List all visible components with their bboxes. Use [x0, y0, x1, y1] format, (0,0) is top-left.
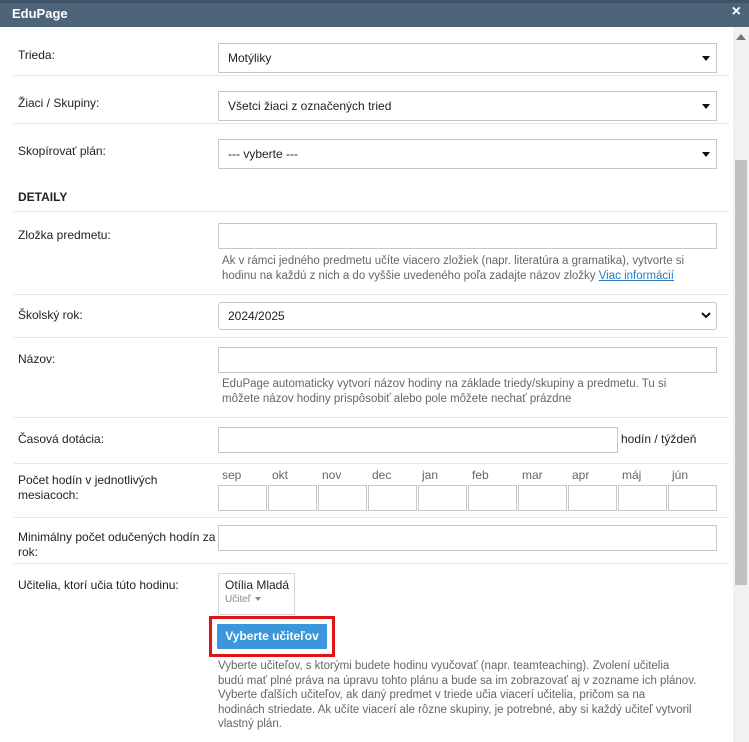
- ucitelia-hint-line: Vyberte ďalších učiteľov, ak daný predme…: [218, 689, 646, 701]
- window-title: EduPage: [12, 6, 68, 21]
- months-grid: sep okt nov dec jan feb mar apr máj jún: [218, 468, 718, 514]
- month-label: okt: [272, 468, 289, 482]
- zlozka-hint-line2: hodinu na každú z nich a do vyššie uvede…: [222, 269, 596, 282]
- teacher-role-text: Učiteľ: [225, 594, 251, 605]
- month-label: feb: [472, 468, 489, 482]
- dropdown-caret-icon: [702, 104, 710, 109]
- teacher-card[interactable]: Otília Mladá Učiteľ: [218, 573, 295, 615]
- ziaci-value: Všetci žiaci z označených tried: [228, 99, 392, 113]
- chevron-down-icon: [701, 310, 711, 322]
- month-input-apr[interactable]: [568, 485, 617, 511]
- ucitelia-hint-line: Vyberte učiteľov, s ktorými budete hodin…: [218, 660, 670, 672]
- row-pocet-hodin: Počet hodín v jednotlivých mesiacoch: se…: [14, 463, 729, 518]
- pocet-hodin-label-line2: mesiacoch:: [18, 488, 79, 502]
- row-nazov: Názov: EduPage automaticky vytvorí názov…: [14, 337, 729, 418]
- trieda-value: Motýliky: [228, 51, 272, 65]
- row-trieda: Trieda: Motýliky: [14, 27, 729, 76]
- month-label: apr: [572, 468, 590, 482]
- ucitelia-hint-line: vlastný plán.: [218, 718, 282, 730]
- kopirovat-select[interactable]: --- vyberte ---: [218, 139, 717, 169]
- month-label: mar: [522, 468, 543, 482]
- month-label: nov: [322, 468, 342, 482]
- month-label: sep: [222, 468, 242, 482]
- nazov-label: Názov:: [18, 352, 56, 366]
- dropdown-caret-icon: [702, 152, 710, 157]
- ucitelia-label: Učitelia, ktorí učia túto hodinu:: [18, 578, 179, 592]
- skolsky-rok-label: Školský rok:: [18, 308, 83, 322]
- teacher-role[interactable]: Učiteľ: [225, 594, 294, 605]
- scroll-up-arrow-icon[interactable]: [736, 34, 746, 40]
- dialog-content: Trieda: Motýliky Žiaci / Skupiny: Všetci…: [0, 27, 733, 742]
- select-teachers-button[interactable]: Vyberte učiteľov: [217, 624, 327, 649]
- row-dotacia: Časová dotácia: hodín / týždeň: [14, 417, 729, 464]
- min-pocet-label-line2: rok:: [18, 545, 39, 559]
- month-input-okt[interactable]: [268, 485, 317, 511]
- role-dropdown-icon: [254, 597, 261, 602]
- window-titlebar: EduPage ×: [0, 0, 749, 27]
- min-pocet-label: Minimálny počet odučených hodín za rok:: [18, 530, 215, 560]
- nazov-hint-line1: EduPage automaticky vytvorí názov hodiny…: [222, 378, 667, 390]
- ziaci-label: Žiaci / Skupiny:: [18, 96, 100, 110]
- min-pocet-input[interactable]: [218, 525, 717, 551]
- nazov-hint: EduPage automaticky vytvorí názov hodiny…: [222, 377, 666, 406]
- zlozka-hint-line1: Ak v rámci jedného predmetu učíte viacer…: [222, 255, 685, 267]
- trieda-label: Trieda:: [18, 48, 55, 62]
- kopirovat-value: --- vyberte ---: [228, 147, 298, 161]
- row-ziaci: Žiaci / Skupiny: Všetci žiaci z označený…: [14, 75, 729, 124]
- ucitelia-hint-line: hodinách striedate. Ak učíte viacerí ale…: [218, 703, 692, 716]
- row-kopirovat: Skopírovať plán: --- vyberte ---: [14, 123, 729, 171]
- dotacia-unit: hodín / týždeň: [621, 432, 697, 446]
- row-min-pocet: Minimálny počet odučených hodín za rok:: [14, 517, 729, 564]
- month-input-jun[interactable]: [668, 485, 717, 511]
- row-skolsky-rok: Školský rok: 2024/2025: [14, 293, 729, 338]
- skolsky-rok-select[interactable]: 2024/2025: [218, 302, 717, 330]
- nazov-hint-line2: môžete názov hodiny prispôsobiť alebo po…: [222, 392, 572, 405]
- month-input-maj[interactable]: [618, 485, 667, 511]
- zlozka-input[interactable]: [218, 223, 717, 249]
- skolsky-rok-value: 2024/2025: [228, 309, 285, 323]
- teacher-name: Otília Mladá: [225, 578, 290, 592]
- dropdown-caret-icon: [702, 56, 710, 61]
- trieda-select[interactable]: Motýliky: [218, 43, 717, 73]
- close-icon[interactable]: ×: [732, 3, 741, 21]
- ucitelia-hint-line: budú mať plné práva na úpravu tohto plán…: [218, 674, 697, 687]
- row-zlozka: Zložka predmetu: Ak v rámci jedného pred…: [14, 211, 729, 295]
- titlebar-top-strip: [0, 0, 749, 3]
- month-input-feb[interactable]: [468, 485, 517, 511]
- month-input-jan[interactable]: [418, 485, 467, 511]
- kopirovat-label: Skopírovať plán:: [18, 144, 106, 158]
- nazov-input[interactable]: [218, 347, 717, 373]
- ziaci-select[interactable]: Všetci žiaci z označených tried: [218, 91, 717, 121]
- pocet-hodin-label: Počet hodín v jednotlivých mesiacoch:: [18, 473, 157, 503]
- month-label: dec: [372, 468, 392, 482]
- month-label: jún: [672, 468, 689, 482]
- month-input-nov[interactable]: [318, 485, 367, 511]
- min-pocet-label-line1: Minimálny počet odučených hodín za: [18, 530, 216, 544]
- dotacia-label: Časová dotácia:: [18, 432, 105, 446]
- scrollbar-thumb[interactable]: [735, 160, 747, 585]
- month-input-sep[interactable]: [218, 485, 267, 511]
- month-input-dec[interactable]: [368, 485, 417, 511]
- section-details-heading: DETAILY: [18, 190, 68, 204]
- zlozka-hint: Ak v rámci jedného predmetu učíte viacer…: [222, 254, 684, 283]
- pocet-hodin-label-line1: Počet hodín v jednotlivých: [18, 473, 158, 487]
- dotacia-input[interactable]: [218, 427, 618, 453]
- month-label: máj: [622, 468, 642, 482]
- month-input-mar[interactable]: [518, 485, 567, 511]
- more-info-link[interactable]: Viac informácií: [599, 270, 674, 282]
- ucitelia-hint: Vyberte učiteľov, s ktorými budete hodin…: [218, 659, 696, 732]
- zlozka-label: Zložka predmetu:: [18, 228, 111, 242]
- month-label: jan: [422, 468, 439, 482]
